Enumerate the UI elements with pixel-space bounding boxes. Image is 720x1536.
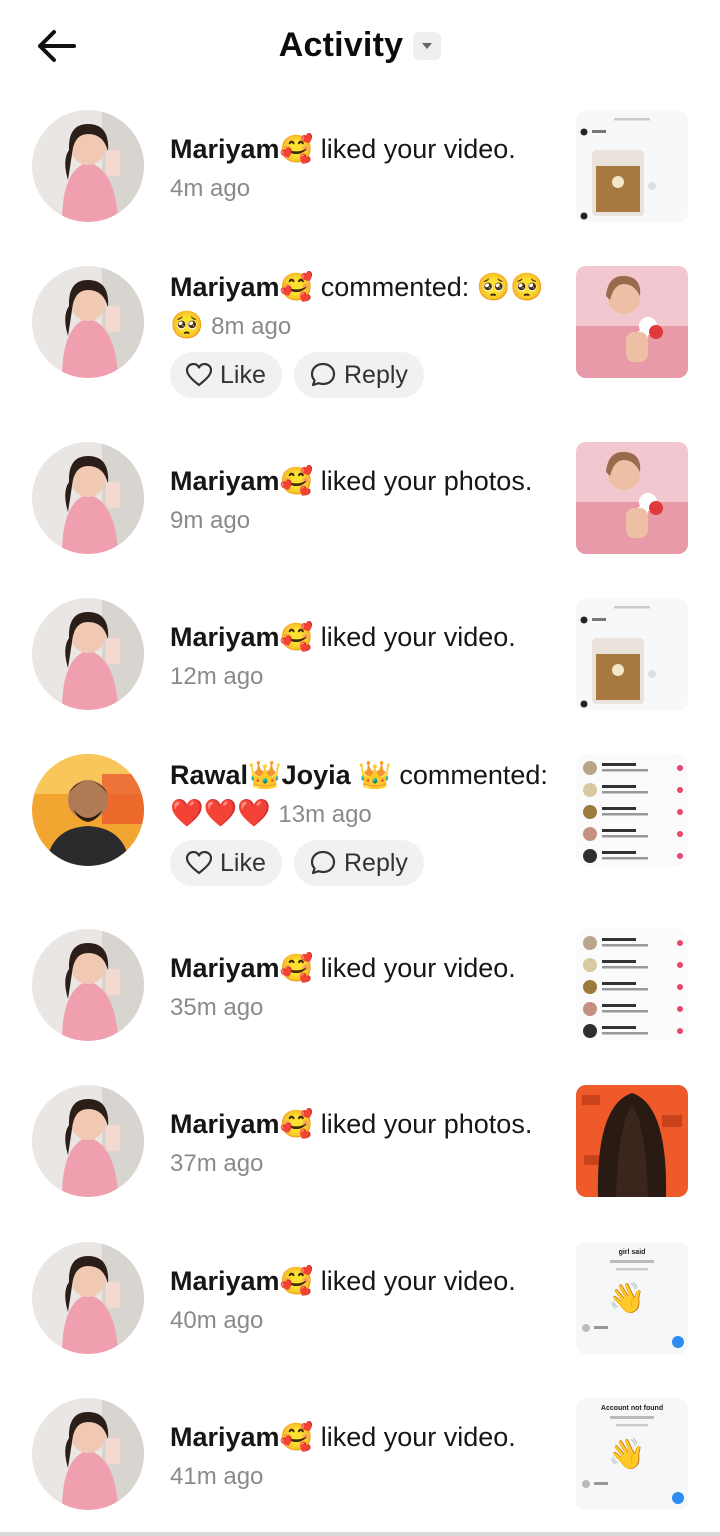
post-thumbnail[interactable] (576, 754, 688, 866)
page-title: Activity (278, 26, 404, 64)
activity-text: Mariyam🥰 liked your video. 4m ago (170, 130, 560, 208)
caret-down-icon (422, 42, 433, 49)
avatar[interactable] (32, 598, 144, 710)
like-button[interactable]: Like (170, 840, 282, 886)
post-thumbnail[interactable]: Account not found 👋 (576, 1398, 688, 1510)
activity-action: liked your video. (320, 953, 516, 983)
username[interactable]: Mariyam🥰 (170, 1109, 313, 1139)
reply-button[interactable]: Reply (294, 840, 424, 886)
username[interactable]: Mariyam🥰 (170, 953, 313, 983)
header: Activity (0, 0, 720, 96)
activity-text: Mariyam🥰 liked your video. 40m ago (170, 1262, 560, 1340)
username[interactable]: Mariyam🥰 (170, 272, 313, 302)
avatar[interactable] (32, 1242, 144, 1354)
like-label: Like (220, 848, 266, 877)
username[interactable]: Mariyam🥰 (170, 1422, 313, 1452)
reply-label: Reply (344, 848, 408, 877)
post-thumbnail[interactable] (576, 266, 688, 378)
username[interactable]: Mariyam🥰 (170, 1266, 313, 1296)
post-thumbnail[interactable] (576, 598, 688, 710)
activity-text: Mariyam🥰 liked your photos. 9m ago (170, 462, 560, 540)
post-thumbnail[interactable]: girl said 👋 (576, 1242, 688, 1354)
username[interactable]: Mariyam🥰 (170, 622, 313, 652)
timestamp: 40m ago (170, 1307, 264, 1334)
activity-action: liked your video. (320, 1266, 516, 1296)
activity-action: liked your video. (320, 622, 516, 652)
avatar[interactable] (32, 110, 144, 222)
comment-bubble-icon (310, 850, 336, 875)
heart-outline-icon (186, 363, 212, 387)
timestamp: 8m ago (211, 313, 292, 340)
timestamp: 4m ago (170, 175, 251, 202)
activity-action: liked your video. (320, 1422, 516, 1452)
username[interactable]: Mariyam🥰 (170, 134, 313, 164)
avatar[interactable] (32, 754, 144, 866)
timestamp: 37m ago (170, 1150, 264, 1177)
timestamp: 35m ago (170, 994, 264, 1021)
svg-text:👋: 👋 (608, 1281, 645, 1316)
avatar[interactable] (32, 266, 144, 378)
activity-text: Mariyam🥰 liked your video. 35m ago (170, 949, 560, 1027)
like-button[interactable]: Like (170, 352, 282, 398)
like-label: Like (220, 360, 266, 389)
post-thumbnail[interactable] (576, 929, 688, 1041)
comment-bubble-icon (310, 362, 336, 387)
post-thumbnail[interactable] (576, 1085, 688, 1197)
activity-text: Mariyam🥰 liked your photos. 37m ago (170, 1105, 560, 1183)
reply-button[interactable]: Reply (294, 352, 424, 398)
scrollbar[interactable] (0, 1532, 720, 1536)
username[interactable]: Mariyam🥰 (170, 466, 313, 496)
activity-text: Mariyam🥰 liked your video. 12m ago (170, 618, 560, 696)
avatar[interactable] (32, 1398, 144, 1510)
timestamp: 12m ago (170, 663, 264, 690)
activity-text: Mariyam🥰 liked your video. 41m ago (170, 1418, 560, 1496)
activity-action: liked your video. (320, 134, 516, 164)
avatar[interactable] (32, 1085, 144, 1197)
activity-text: Rawal👑Joyia 👑 commented: ❤️❤️❤️ 13m ago (170, 756, 560, 834)
activity-text: Mariyam🥰 commented: 🥺🥺🥺 8m ago (170, 268, 560, 346)
avatar[interactable] (32, 929, 144, 1041)
username[interactable]: Rawal👑Joyia 👑 (170, 760, 392, 790)
post-thumbnail[interactable] (576, 110, 688, 222)
svg-text:👋: 👋 (608, 1437, 645, 1472)
filter-dropdown[interactable] (413, 31, 442, 60)
svg-text:Account not found: Account not found (601, 1405, 663, 1412)
timestamp: 13m ago (278, 801, 372, 828)
activity-action: liked your photos. (320, 466, 533, 496)
reply-label: Reply (344, 360, 408, 389)
activity-action: liked your photos. (320, 1109, 533, 1139)
svg-text:girl said: girl said (619, 1249, 646, 1256)
timestamp: 9m ago (170, 507, 251, 534)
timestamp: 41m ago (170, 1463, 264, 1490)
avatar[interactable] (32, 442, 144, 554)
post-thumbnail[interactable] (576, 442, 688, 554)
heart-outline-icon (186, 851, 212, 875)
